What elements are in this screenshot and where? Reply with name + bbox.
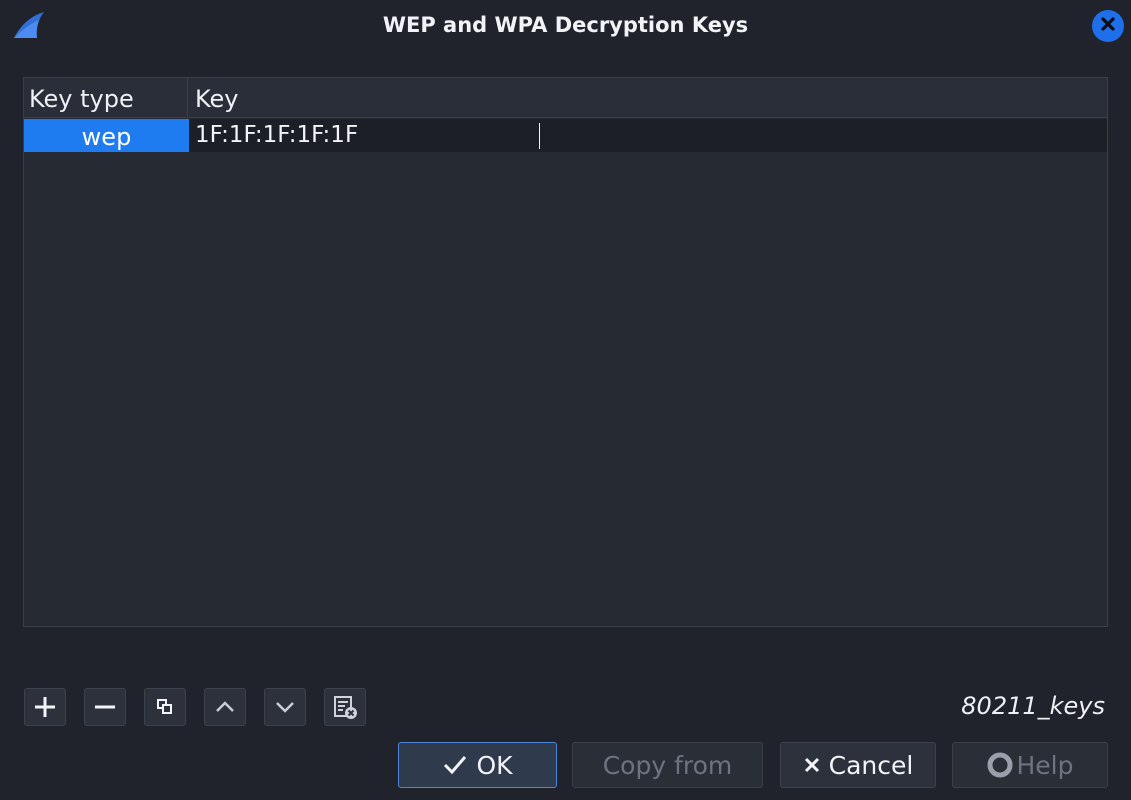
close-button[interactable] [1092,10,1124,42]
key-type-cell[interactable]: wep [24,119,189,152]
text-caret [539,123,540,149]
chevron-up-icon [213,695,237,719]
cancel-button[interactable]: Cancel [780,742,936,788]
checkmark-icon [442,754,468,776]
dialog-window: WEP and WPA Decryption Keys Key type Key… [0,0,1131,800]
copy-from-button[interactable]: Copy from [572,742,763,788]
clear-list-icon [332,694,358,720]
table-row[interactable]: wep [24,119,1107,152]
clear-list-button[interactable] [324,688,366,726]
table-header: Key type Key [24,78,1107,118]
cancel-label: Cancel [828,750,914,780]
close-icon [1099,15,1117,37]
help-lifebuoy-icon [987,752,1013,778]
chevron-down-icon [273,695,297,719]
help-button[interactable]: Help [952,742,1108,788]
ok-label: OK [476,750,513,780]
remove-key-button[interactable] [84,688,126,726]
keys-table: Key type Key wep [23,77,1108,627]
help-label: Help [1016,750,1074,780]
copy-key-button[interactable] [144,688,186,726]
ok-button[interactable]: OK [398,742,557,788]
copy-from-label: Copy from [602,750,733,780]
title-bar: WEP and WPA Decryption Keys [0,0,1131,54]
cancel-x-icon [803,756,821,774]
column-header-key[interactable]: Key [188,78,1107,118]
window-title: WEP and WPA Decryption Keys [382,13,749,37]
move-down-button[interactable] [264,688,306,726]
keys-filename: 80211_keys [961,692,1105,720]
add-key-button[interactable] [24,688,66,726]
key-input[interactable] [191,119,1099,152]
column-header-key-type[interactable]: Key type [24,78,188,118]
plus-icon [32,694,58,720]
key-cell[interactable] [189,119,1107,152]
move-up-button[interactable] [204,688,246,726]
minus-icon [92,694,118,720]
copy-icon [155,697,175,717]
